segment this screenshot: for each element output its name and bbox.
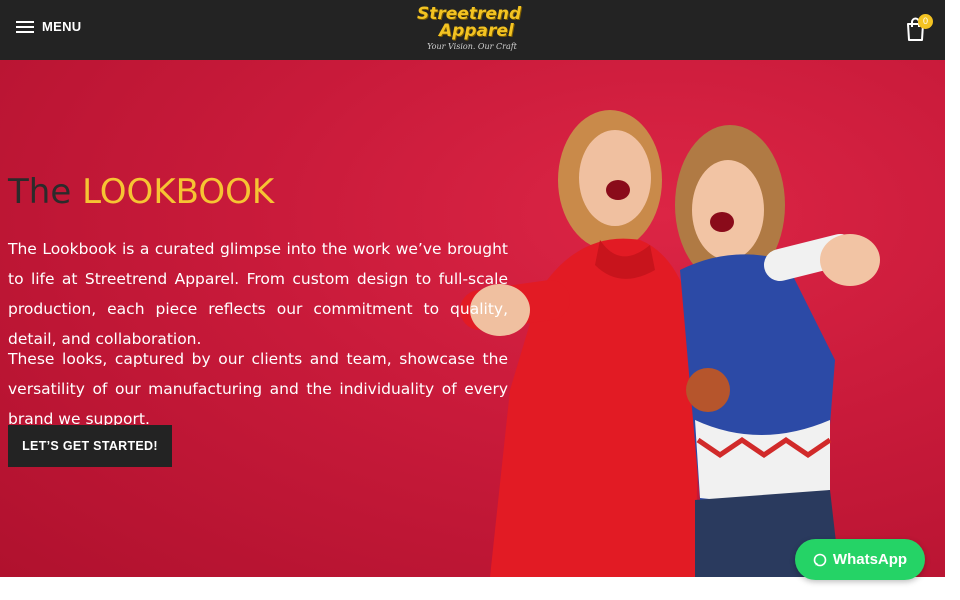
logo-tagline: Your Vision. Our Craft bbox=[427, 42, 517, 51]
title-prefix: The bbox=[8, 172, 72, 212]
menu-label: MENU bbox=[42, 19, 82, 34]
page-title: The LOOKBOOK bbox=[8, 172, 274, 212]
secondary-paragraph: These looks, captured by our clients and… bbox=[8, 350, 508, 428]
logo-text-line2: Apparel bbox=[439, 21, 514, 41]
whatsapp-icon bbox=[813, 553, 827, 566]
intro-paragraph: The Lookbook is a curated glimpse into t… bbox=[8, 240, 508, 348]
cart-count-badge: 0 bbox=[918, 14, 933, 29]
site-logo[interactable]: Streetrend Apparel Your Vision. Our Craf… bbox=[415, 2, 530, 58]
cart-button[interactable]: 0 bbox=[904, 14, 933, 42]
title-accent: LOOKBOOK bbox=[82, 172, 275, 212]
menu-button[interactable]: MENU bbox=[16, 19, 81, 34]
hero-section: The LOOKBOOK The Lookbook is a curated g… bbox=[0, 60, 945, 577]
get-started-button[interactable]: LET’S GET STARTED! bbox=[8, 425, 172, 467]
site-header: MENU Streetrend Apparel Your Vision. Our… bbox=[0, 0, 945, 60]
hero-photo bbox=[460, 110, 880, 577]
whatsapp-label: WhatsApp bbox=[832, 551, 908, 568]
hamburger-icon bbox=[16, 20, 34, 34]
whatsapp-button[interactable]: WhatsApp bbox=[795, 539, 925, 580]
